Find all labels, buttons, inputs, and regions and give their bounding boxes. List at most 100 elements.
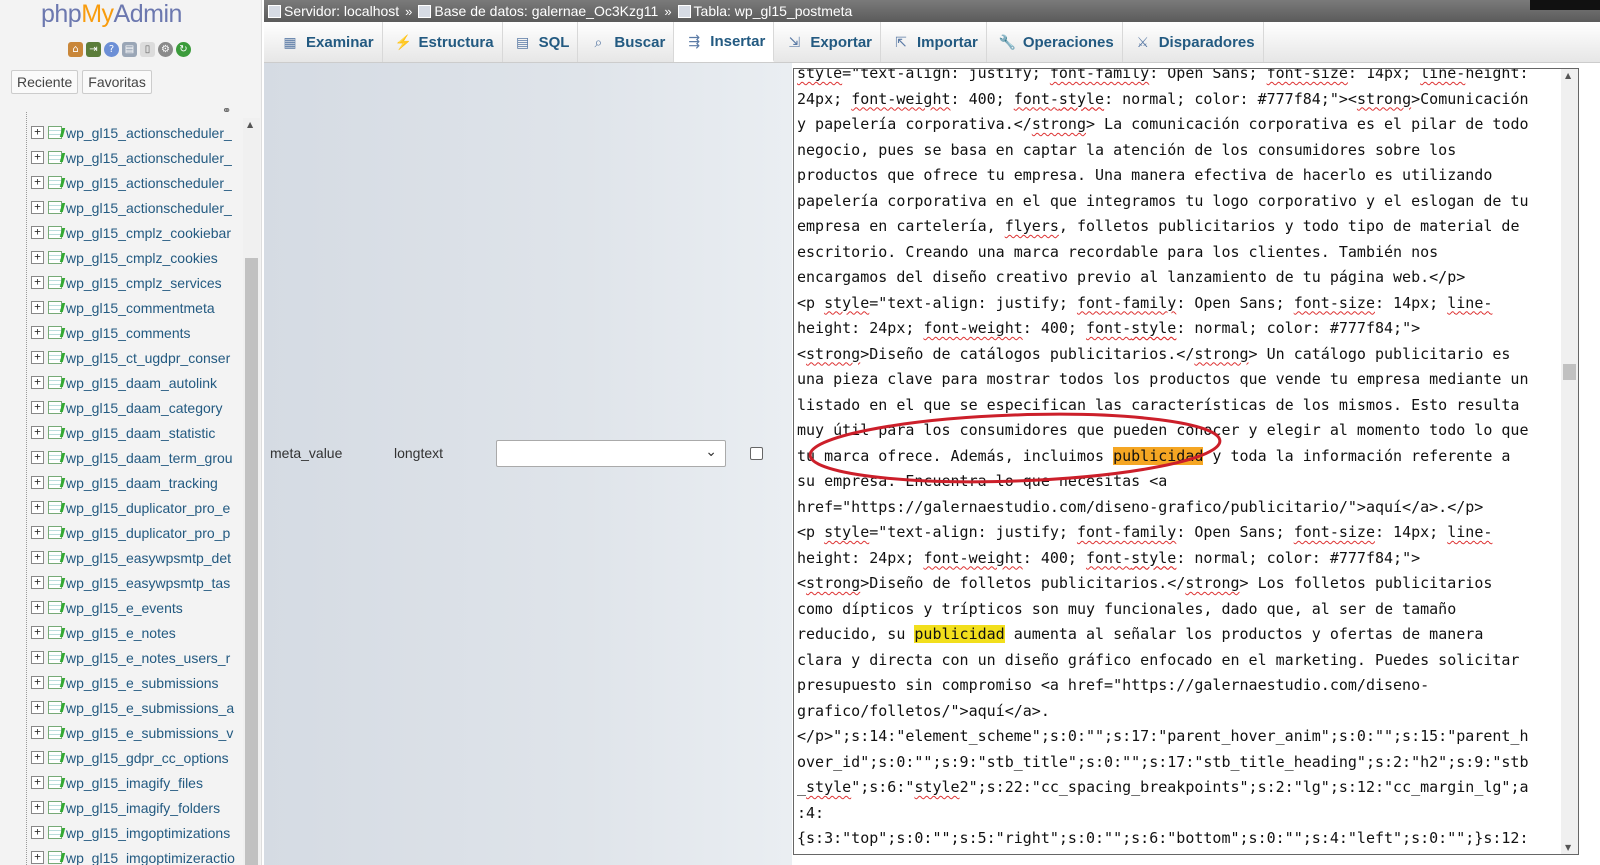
expand-plus-icon[interactable]: +	[31, 476, 44, 489]
expand-plus-icon[interactable]: +	[31, 776, 44, 789]
expand-plus-icon[interactable]: +	[31, 176, 44, 189]
tab-examinar[interactable]: ▦ Examinar	[270, 22, 383, 62]
phpmyadmin-logo[interactable]: phpMyAdmin	[41, 0, 182, 29]
sidebar-table-item[interactable]: + wp_gl15_e_notes_users_r	[0, 645, 248, 670]
scrollbar-thumb[interactable]	[1563, 364, 1576, 380]
sidebar-table-item[interactable]: + wp_gl15_actionscheduler_	[0, 145, 248, 170]
expand-plus-icon[interactable]: +	[31, 676, 44, 689]
scroll-down-arrow-icon[interactable]: ▼	[1565, 843, 1571, 852]
sidebar-table-item[interactable]: + wp_gl15_imagify_files	[0, 770, 248, 795]
table-name[interactable]: wp_gl15_easywpsmtp_det	[66, 550, 231, 566]
sidebar-table-item[interactable]: + wp_gl15_e_submissions_v	[0, 720, 248, 745]
sidebar-table-item[interactable]: + wp_gl15_gdpr_cc_options	[0, 745, 248, 770]
table-name[interactable]: wp_gl15_duplicator_pro_e	[66, 500, 230, 516]
table-name[interactable]: wp_gl15_imgoptimizeractio	[66, 850, 235, 865]
scrollbar-thumb[interactable]	[245, 258, 258, 865]
sidebar-table-item[interactable]: + wp_gl15_actionscheduler_	[0, 195, 248, 220]
expand-plus-icon[interactable]: +	[31, 276, 44, 289]
sidebar-table-item[interactable]: + wp_gl15_ct_ugdpr_conser	[0, 345, 248, 370]
table-name[interactable]: wp_gl15_daam_statistic	[66, 425, 215, 441]
table-name[interactable]: wp_gl15_daam_term_grou	[66, 450, 233, 466]
expand-plus-icon[interactable]: +	[31, 826, 44, 839]
table-name[interactable]: wp_gl15_cmplz_services	[66, 275, 222, 291]
sidebar-table-item[interactable]: + wp_gl15_daam_autolink	[0, 370, 248, 395]
table-name[interactable]: wp_gl15_duplicator_pro_p	[66, 525, 230, 541]
table-name[interactable]: wp_gl15_e_notes	[66, 625, 176, 641]
table-name[interactable]: wp_gl15_e_notes_users_r	[66, 650, 230, 666]
table-name[interactable]: wp_gl15_actionscheduler_	[66, 125, 232, 141]
function-select[interactable]: ⌄	[496, 440, 726, 467]
table-name[interactable]: wp_gl15_imagify_files	[66, 775, 203, 791]
sidebar-table-item[interactable]: + wp_gl15_e_submissions	[0, 670, 248, 695]
table-name[interactable]: wp_gl15_daam_autolink	[66, 375, 217, 391]
help-icon[interactable]: ?	[104, 42, 119, 57]
table-name[interactable]: wp_gl15_ct_ugdpr_conser	[66, 350, 230, 366]
sidebar-table-item[interactable]: + wp_gl15_e_notes	[0, 620, 248, 645]
expand-plus-icon[interactable]: +	[31, 301, 44, 314]
value-textarea[interactable]: style="text-align: justify; font-family:…	[793, 68, 1579, 855]
table-name[interactable]: wp_gl15_e_submissions_a	[66, 700, 234, 716]
gear-icon[interactable]: ⚙	[158, 42, 173, 57]
textarea-scrollbar[interactable]: ▲ ▼	[1561, 69, 1578, 854]
tab-sql[interactable]: ▤ SQL	[503, 22, 579, 62]
sidebar-table-item[interactable]: + wp_gl15_easywpsmtp_det	[0, 545, 248, 570]
table-name[interactable]: wp_gl15_e_submissions_v	[66, 725, 233, 741]
table-name[interactable]: wp_gl15_daam_tracking	[66, 475, 218, 491]
table-name[interactable]: wp_gl15_actionscheduler_	[66, 150, 232, 166]
tab-buscar[interactable]: ⌕ Buscar	[578, 22, 675, 62]
sidebar-table-item[interactable]: + wp_gl15_actionscheduler_	[0, 170, 248, 195]
expand-plus-icon[interactable]: +	[31, 726, 44, 739]
expand-plus-icon[interactable]: +	[31, 226, 44, 239]
expand-plus-icon[interactable]: +	[31, 351, 44, 364]
expand-plus-icon[interactable]: +	[31, 201, 44, 214]
expand-plus-icon[interactable]: +	[31, 401, 44, 414]
favorites-button[interactable]: Favoritas	[82, 70, 152, 94]
breadcrumb-database[interactable]: Base de datos: galernae_Oc3Kzg11	[418, 3, 658, 19]
table-name[interactable]: wp_gl15_comments	[66, 325, 191, 341]
table-name[interactable]: wp_gl15_easywpsmtp_tas	[66, 575, 230, 591]
expand-plus-icon[interactable]: +	[31, 151, 44, 164]
sidebar-table-item[interactable]: + wp_gl15_comments	[0, 320, 248, 345]
sidebar-table-item[interactable]: + wp_gl15_cmplz_services	[0, 270, 248, 295]
expand-plus-icon[interactable]: +	[31, 501, 44, 514]
sidebar-scrollbar[interactable]: ▲	[243, 118, 260, 865]
sidebar-table-item[interactable]: + wp_gl15_daam_tracking	[0, 470, 248, 495]
expand-plus-icon[interactable]: +	[31, 551, 44, 564]
tab-estructura[interactable]: ⚡ Estructura	[383, 22, 503, 62]
sidebar-table-item[interactable]: + wp_gl15_e_events	[0, 595, 248, 620]
expand-plus-icon[interactable]: +	[31, 626, 44, 639]
table-name[interactable]: wp_gl15_imagify_folders	[66, 800, 220, 816]
expand-plus-icon[interactable]: +	[31, 126, 44, 139]
expand-plus-icon[interactable]: +	[31, 251, 44, 264]
sidebar-table-item[interactable]: + wp_gl15_cmplz_cookiebar	[0, 220, 248, 245]
sidebar-table-item[interactable]: + wp_gl15_daam_statistic	[0, 420, 248, 445]
expand-plus-icon[interactable]: +	[31, 751, 44, 764]
expand-plus-icon[interactable]: +	[31, 376, 44, 389]
expand-plus-icon[interactable]: +	[31, 651, 44, 664]
tab-operaciones[interactable]: 🔧 Operaciones	[987, 22, 1123, 62]
tab-exportar[interactable]: ⇲ Exportar	[774, 22, 881, 62]
docs-page-icon[interactable]: ▯	[140, 42, 155, 57]
sidebar-table-item[interactable]: + wp_gl15_commentmeta	[0, 295, 248, 320]
sidebar-table-item[interactable]: + wp_gl15_daam_term_grou	[0, 445, 248, 470]
table-name[interactable]: wp_gl15_daam_category	[66, 400, 222, 416]
null-checkbox[interactable]	[750, 447, 763, 460]
tab-insertar[interactable]: ⇶ Insertar	[674, 22, 775, 62]
table-name[interactable]: wp_gl15_e_events	[66, 600, 183, 616]
expand-plus-icon[interactable]: +	[31, 451, 44, 464]
expand-plus-icon[interactable]: +	[31, 526, 44, 539]
breadcrumb-server[interactable]: Servidor: localhost	[268, 3, 399, 19]
recent-button[interactable]: Reciente	[11, 70, 79, 94]
scroll-up-arrow-icon[interactable]: ▲	[247, 120, 253, 129]
sidebar-table-item[interactable]: + wp_gl15_duplicator_pro_p	[0, 520, 248, 545]
table-name[interactable]: wp_gl15_cmplz_cookiebar	[66, 225, 231, 241]
tab-importar[interactable]: ⇱ Importar	[881, 22, 987, 62]
sidebar-table-item[interactable]: + wp_gl15_daam_category	[0, 395, 248, 420]
expand-plus-icon[interactable]: +	[31, 326, 44, 339]
table-name[interactable]: wp_gl15_actionscheduler_	[66, 175, 232, 191]
expand-plus-icon[interactable]: +	[31, 601, 44, 614]
breadcrumb-table[interactable]: Tabla: wp_gl15_postmeta	[677, 3, 852, 19]
sidebar-table-item[interactable]: + wp_gl15_imagify_folders	[0, 795, 248, 820]
sidebar-table-item[interactable]: + wp_gl15_cmplz_cookies	[0, 245, 248, 270]
expand-plus-icon[interactable]: +	[31, 576, 44, 589]
